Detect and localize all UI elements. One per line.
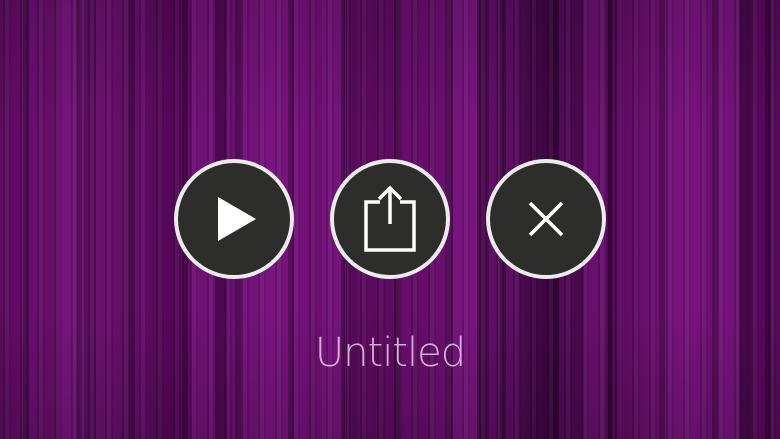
share-button[interactable]: [330, 159, 450, 279]
video-title: Untitled: [314, 330, 466, 376]
close-icon: [528, 201, 564, 237]
play-icon: [218, 197, 256, 241]
close-button[interactable]: [486, 159, 606, 279]
play-button[interactable]: [174, 159, 294, 279]
share-icon: [364, 185, 416, 252]
video-preview-screen: Untitled: [0, 0, 780, 439]
